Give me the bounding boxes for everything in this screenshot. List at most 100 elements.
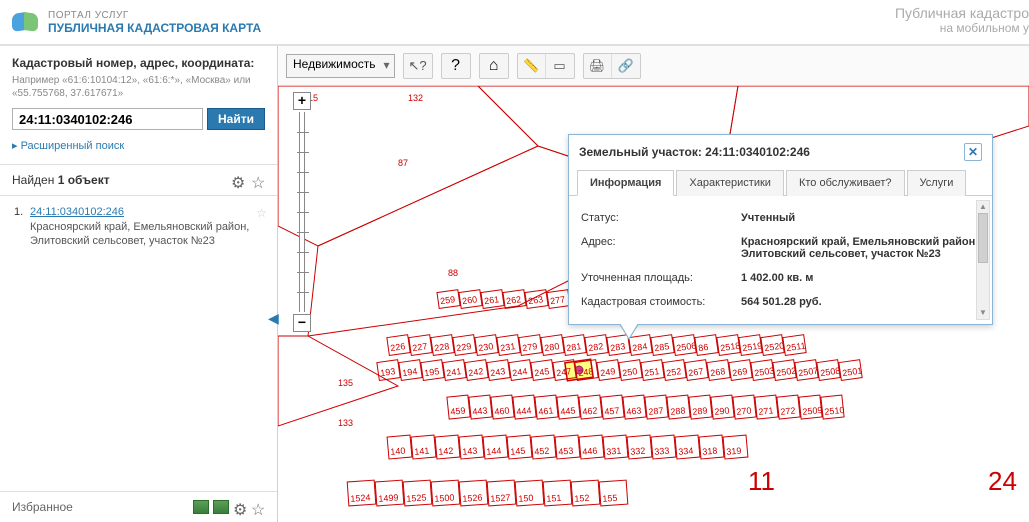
svg-text:2511: 2511 — [786, 341, 807, 354]
svg-text:2520: 2520 — [764, 340, 785, 353]
map-toolbar: Недвижимость ↖? ? ⌂ 📏 ▭ 🖨 🔗 — [278, 46, 1029, 86]
svg-text:2510: 2510 — [824, 405, 845, 417]
block-label-24: 24 — [988, 466, 1017, 497]
svg-text:281: 281 — [566, 341, 582, 353]
svg-text:259: 259 — [440, 294, 456, 306]
map-canvas[interactable]: 15 132 87 88 135 133 2592602612622632772… — [278, 86, 1029, 522]
svg-text:155: 155 — [602, 493, 618, 504]
svg-text:132: 132 — [408, 93, 423, 103]
map-area: Недвижимость ↖? ? ⌂ 📏 ▭ 🖨 🔗 15 132 87 88… — [278, 46, 1029, 522]
svg-text:245: 245 — [534, 366, 550, 378]
svg-text:1500: 1500 — [434, 492, 455, 503]
svg-text:88: 88 — [448, 268, 458, 278]
svg-text:244: 244 — [512, 366, 528, 378]
tab-services[interactable]: Услуги — [907, 170, 967, 196]
app-title: ПУБЛИЧНАЯ КАДАСТРОВАЯ КАРТА — [48, 21, 261, 35]
svg-text:271: 271 — [758, 405, 774, 417]
favorite-star-icon[interactable]: ☆ — [256, 206, 267, 220]
svg-text:243: 243 — [490, 366, 506, 378]
print-icon[interactable]: 🖨 — [584, 54, 612, 78]
svg-text:263: 263 — [528, 294, 544, 306]
svg-text:290: 290 — [714, 405, 730, 417]
tab-who-serves[interactable]: Кто обслуживает? — [786, 170, 905, 196]
svg-text:463: 463 — [626, 405, 642, 417]
parcel-popup: Земельный участок: 24:11:0340102:246 ✕ И… — [568, 134, 993, 325]
svg-text:142: 142 — [438, 446, 454, 457]
svg-text:453: 453 — [558, 446, 574, 457]
svg-text:318: 318 — [702, 446, 718, 457]
export-excel-icon[interactable] — [193, 500, 209, 514]
svg-text:151: 151 — [546, 493, 562, 504]
svg-text:269: 269 — [732, 366, 748, 378]
app-header: ПОРТАЛ УСЛУГ ПУБЛИЧНАЯ КАДАСТРОВАЯ КАРТА… — [0, 0, 1029, 46]
svg-text:133: 133 — [338, 418, 353, 428]
svg-text:143: 143 — [462, 446, 478, 457]
svg-text:444: 444 — [516, 405, 532, 417]
advanced-search-link[interactable]: Расширенный поиск — [12, 140, 124, 152]
svg-text:280: 280 — [544, 341, 560, 353]
svg-text:284: 284 — [632, 341, 648, 353]
results-star-icon[interactable]: ☆ — [251, 173, 265, 187]
svg-text:2502: 2502 — [776, 365, 797, 378]
measure-line-icon[interactable]: 📏 — [518, 54, 546, 78]
zoom-out-button[interactable]: − — [293, 314, 311, 332]
svg-text:195: 195 — [424, 366, 440, 378]
popup-close-button[interactable]: ✕ — [964, 143, 982, 161]
svg-text:242: 242 — [468, 366, 484, 378]
search-input[interactable] — [12, 108, 203, 130]
home-icon[interactable]: ⌂ — [479, 53, 509, 79]
svg-text:260: 260 — [462, 294, 478, 306]
svg-text:248: 248 — [578, 366, 594, 378]
svg-text:1524: 1524 — [350, 492, 371, 503]
svg-text:229: 229 — [456, 341, 472, 353]
logo — [10, 7, 40, 37]
svg-text:227: 227 — [412, 341, 428, 353]
help-icon[interactable]: ? — [441, 53, 471, 79]
popup-scrollbar[interactable]: ▲ ▼ — [976, 200, 990, 320]
result-number: 1. — [14, 206, 23, 218]
svg-text:333: 333 — [654, 446, 670, 457]
zoom-in-button[interactable]: + — [293, 92, 311, 110]
export-excel-icon-2[interactable] — [213, 500, 229, 514]
svg-text:282: 282 — [588, 341, 604, 353]
svg-text:319: 319 — [726, 446, 742, 457]
svg-text:2508: 2508 — [820, 365, 841, 378]
svg-text:2507: 2507 — [798, 365, 819, 378]
popup-title: Земельный участок: 24:11:0340102:246 — [579, 145, 810, 159]
results-settings-icon[interactable]: ⚙ — [231, 173, 245, 187]
svg-text:231: 231 — [500, 341, 516, 353]
result-description: Красноярский край, Емельяновский район, … — [30, 220, 265, 249]
svg-text:86: 86 — [698, 342, 709, 353]
svg-text:452: 452 — [534, 446, 550, 457]
svg-text:277: 277 — [550, 294, 566, 306]
svg-text:230: 230 — [478, 341, 494, 353]
svg-text:261: 261 — [484, 294, 500, 306]
link-icon[interactable]: 🔗 — [612, 54, 640, 78]
search-block: Кадастровый номер, адрес, координата: На… — [0, 46, 277, 165]
svg-text:144: 144 — [486, 446, 502, 457]
pointer-tool-icon[interactable]: ↖? — [404, 54, 432, 78]
result-link[interactable]: 24:11:0340102:246 — [30, 206, 124, 218]
search-button[interactable]: Найти — [207, 108, 265, 130]
svg-text:1525: 1525 — [406, 492, 427, 503]
favorites-star-icon[interactable]: ☆ — [251, 500, 265, 514]
result-item[interactable]: 1. 24:11:0340102:246 Красноярский край, … — [0, 196, 277, 259]
svg-text:2509: 2509 — [802, 405, 823, 417]
sidebar: Кадастровый номер, адрес, координата: На… — [0, 46, 278, 522]
svg-text:270: 270 — [736, 405, 752, 417]
tab-info[interactable]: Информация — [577, 170, 674, 196]
favorites-settings-icon[interactable]: ⚙ — [233, 500, 247, 514]
svg-text:2518: 2518 — [720, 340, 741, 353]
sidebar-collapse-handle[interactable] — [268, 310, 280, 334]
header-titles: ПОРТАЛ УСЛУГ ПУБЛИЧНАЯ КАДАСТРОВАЯ КАРТА — [48, 10, 261, 35]
results-count: Найден 1 объект — [12, 173, 110, 187]
zoom-slider[interactable] — [299, 112, 305, 312]
header-promo: Публичная кадастро на мобильном у — [895, 5, 1029, 35]
svg-text:241: 241 — [446, 366, 462, 378]
measure-area-icon[interactable]: ▭ — [546, 54, 574, 78]
layer-select[interactable]: Недвижимость — [286, 54, 395, 78]
svg-text:334: 334 — [678, 446, 694, 457]
tab-characteristics[interactable]: Характеристики — [676, 170, 784, 196]
svg-text:332: 332 — [630, 446, 646, 457]
svg-text:288: 288 — [670, 405, 686, 417]
